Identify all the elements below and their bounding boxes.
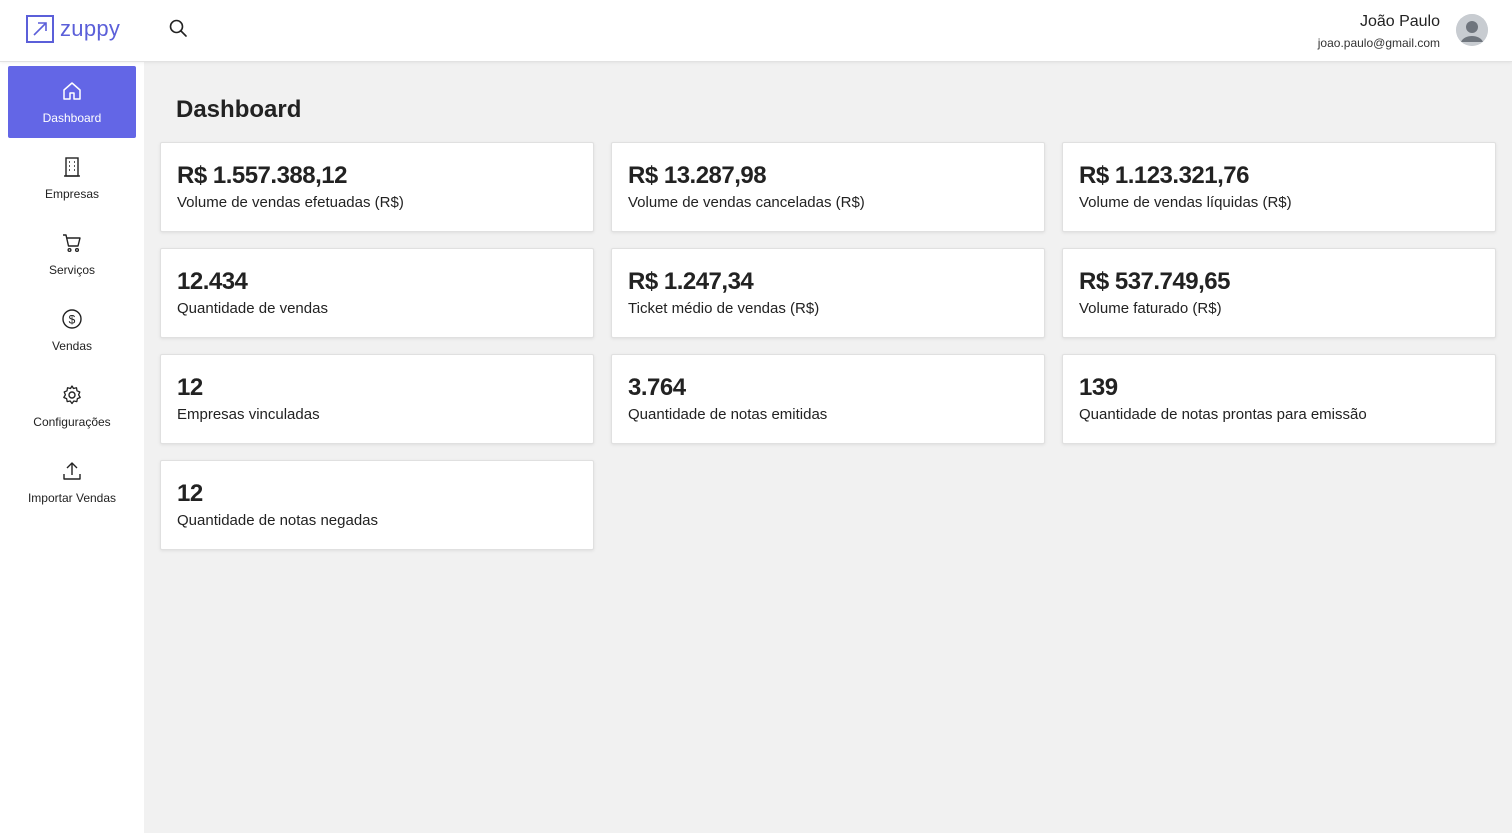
metric-card: R$ 1.123.321,76 Volume de vendas líquida… — [1062, 142, 1496, 232]
metric-value: 12 — [177, 374, 203, 401]
sidebar-item-label: Vendas — [51, 339, 93, 353]
building-icon — [60, 155, 84, 179]
home-icon — [60, 79, 84, 103]
metric-value: R$ 1.123.321,76 — [1079, 162, 1249, 189]
user-info: João Paulo joao.paulo@gmail.com — [1318, 12, 1440, 52]
metric-label: Quantidade de notas emitidas — [628, 406, 828, 423]
sidebar-item-vendas[interactable]: $ Vendas — [8, 294, 136, 366]
page-title: Dashboard — [176, 96, 302, 123]
sidebar-item-label: Dashboard — [42, 111, 102, 125]
metric-card: 12 Quantidade de notas negadas — [160, 460, 594, 550]
metric-value: 12.434 — [177, 268, 248, 295]
sidebar: Dashboard Empresas Serviços $ Vendas Con… — [0, 62, 144, 833]
logo-arrow-icon — [26, 15, 54, 43]
metric-card: R$ 1.247,34 Ticket médio de vendas (R$) — [611, 248, 1045, 338]
metric-value: 12 — [177, 480, 203, 507]
metric-value: R$ 13.287,98 — [628, 162, 767, 189]
metric-label: Volume de vendas líquidas (R$) — [1079, 194, 1292, 211]
sidebar-item-configuracoes[interactable]: Configurações — [8, 370, 136, 442]
metric-label: Ticket médio de vendas (R$) — [628, 300, 820, 317]
metric-label: Volume de vendas efetuadas (R$) — [177, 194, 404, 211]
sidebar-item-label: Importar Vendas — [27, 491, 117, 505]
gear-icon — [60, 383, 84, 407]
sidebar-item-empresas[interactable]: Empresas — [8, 142, 136, 214]
top-bar: zuppy João Paulo joao.paulo@gmail.com — [0, 0, 1512, 62]
metric-label: Volume faturado (R$) — [1079, 300, 1222, 317]
metric-card: R$ 13.287,98 Volume de vendas canceladas… — [611, 142, 1045, 232]
sidebar-item-label: Empresas — [44, 187, 100, 201]
avatar[interactable] — [1456, 14, 1488, 46]
metric-value: 3.764 — [628, 374, 686, 401]
metric-value: R$ 1.247,34 — [628, 268, 754, 295]
metric-card: 12 Empresas vinculadas — [160, 354, 594, 444]
metric-label: Quantidade de vendas — [177, 300, 328, 317]
sidebar-item-importar-vendas[interactable]: Importar Vendas — [8, 446, 136, 518]
user-avatar-icon — [1456, 14, 1488, 46]
metric-label: Volume de vendas canceladas (R$) — [628, 194, 865, 211]
cart-icon — [60, 231, 84, 255]
user-name: João Paulo — [1359, 13, 1440, 30]
dollar-circle-icon: $ — [60, 307, 84, 331]
metric-card: R$ 1.557.388,12 Volume de vendas efetuad… — [160, 142, 594, 232]
sidebar-item-label: Serviços — [48, 263, 95, 277]
metric-label: Empresas vinculadas — [177, 406, 320, 423]
metric-value: R$ 537.749,65 — [1079, 268, 1230, 295]
metric-label: Quantidade de notas negadas — [177, 512, 378, 529]
metric-label: Quantidade de notas prontas para emissão — [1079, 406, 1367, 423]
metric-card: 139 Quantidade de notas prontas para emi… — [1062, 354, 1496, 444]
svg-text:$: $ — [69, 313, 76, 327]
search-button[interactable] — [166, 18, 190, 42]
metric-value: R$ 1.557.388,12 — [177, 162, 347, 189]
sidebar-item-dashboard[interactable]: Dashboard — [8, 66, 136, 138]
metric-card: 12.434 Quantidade de vendas — [160, 248, 594, 338]
metric-value: 139 — [1079, 374, 1118, 401]
metric-card: R$ 537.749,65 Volume faturado (R$) — [1062, 248, 1496, 338]
upload-icon — [60, 459, 84, 483]
logo-text: zuppy — [60, 16, 121, 41]
user-email: joao.paulo@gmail.com — [1317, 36, 1440, 50]
search-icon — [168, 18, 188, 43]
sidebar-item-servicos[interactable]: Serviços — [8, 218, 136, 290]
metric-card: 3.764 Quantidade de notas emitidas — [611, 354, 1045, 444]
sidebar-item-label: Configurações — [33, 415, 111, 429]
logo[interactable]: zuppy — [26, 14, 120, 44]
